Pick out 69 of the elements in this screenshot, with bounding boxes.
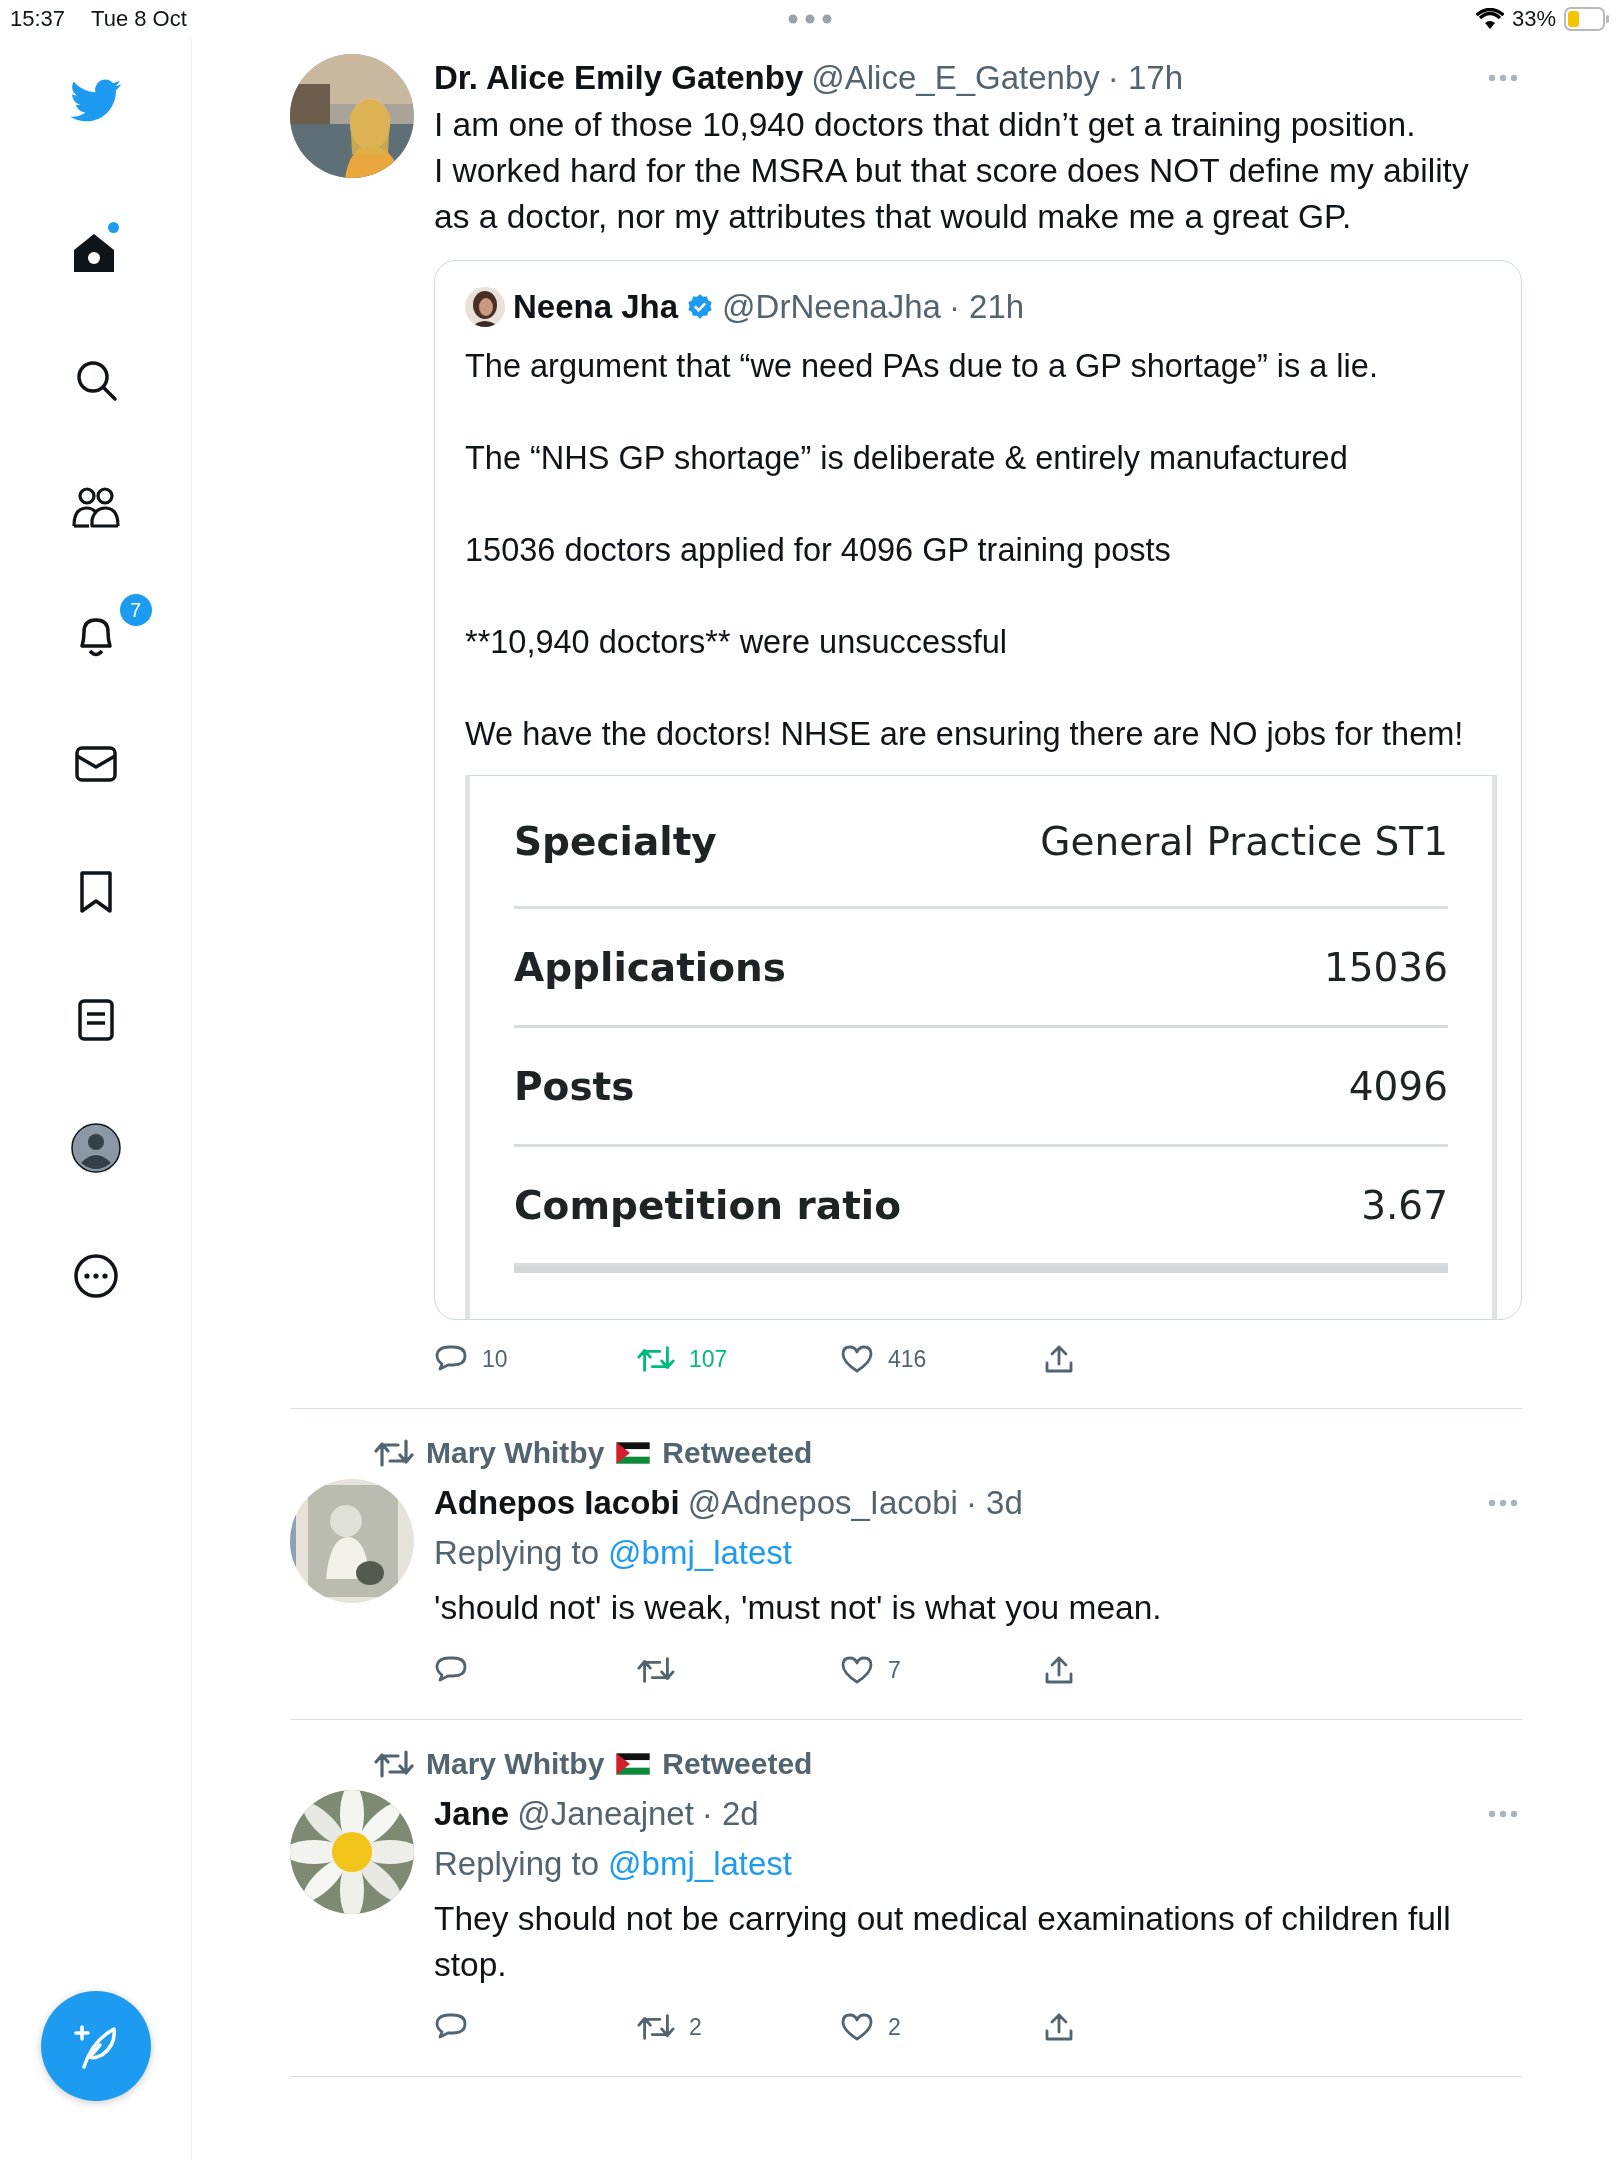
heart-icon[interactable] bbox=[840, 2012, 874, 2042]
author-handle[interactable]: @Adnepos_Iacobi bbox=[687, 1484, 958, 1522]
author-name[interactable]: Dr. Alice Emily Gatenby bbox=[434, 59, 804, 97]
share-icon[interactable] bbox=[1043, 2011, 1075, 2043]
tweet-time: · 17h bbox=[1107, 59, 1183, 97]
status-date: Tue 8 Oct bbox=[91, 6, 187, 32]
replying-label: Replying to bbox=[434, 1534, 600, 1572]
tweet-text: 'should not' is weak, 'must not' is what you mean. bbox=[434, 1588, 1163, 1628]
table-label: Applications bbox=[514, 944, 786, 990]
like-count: 416 bbox=[888, 1345, 927, 1373]
battery-icon bbox=[1564, 7, 1610, 31]
table-label: Posts bbox=[514, 1063, 635, 1109]
replying-label: Replying to bbox=[434, 1845, 600, 1883]
tweet-time: · 2d bbox=[701, 1795, 759, 1833]
flag-icon bbox=[616, 1753, 651, 1775]
author-name[interactable]: Neena Jha bbox=[513, 288, 679, 326]
author-name[interactable]: Jane bbox=[434, 1795, 510, 1833]
quoted-tweet-text: The argument that “we need PAs due to a GP shortage” is a lie. bbox=[465, 347, 1379, 386]
people-icon[interactable] bbox=[70, 486, 121, 530]
wifi-icon bbox=[1475, 8, 1504, 30]
notification-badge: 7 bbox=[117, 592, 154, 628]
quoted-tweet-text: 15036 doctors applied for 4096 GP training posts bbox=[465, 531, 1172, 570]
share-icon[interactable] bbox=[1043, 1654, 1075, 1686]
retweet-count: 107 bbox=[689, 1345, 728, 1373]
table-label: Specialty bbox=[514, 818, 717, 864]
envelope-icon[interactable] bbox=[73, 744, 118, 784]
bird-logo-icon[interactable] bbox=[69, 79, 122, 123]
table-label: Competition ratio bbox=[514, 1182, 901, 1228]
author-handle[interactable]: @Alice_E_Gatenby bbox=[811, 59, 1100, 97]
battery-percent: 33% bbox=[1511, 6, 1556, 32]
retweet-icon[interactable] bbox=[637, 2012, 675, 2042]
list-icon[interactable] bbox=[76, 998, 115, 1042]
quoted-tweet-text: The “NHS GP shortage” is deliberate & entirely manufactured bbox=[465, 439, 1349, 478]
tweet-text: They should not be carrying out medical examinations of children full stop. bbox=[434, 1899, 1452, 1985]
quoted-tweet-text: **10,940 doctors** were unsuccessful bbox=[465, 623, 1008, 662]
reply-count: 10 bbox=[482, 1345, 508, 1373]
retweeted-label: Retweeted bbox=[662, 1436, 813, 1470]
retweet-icon bbox=[374, 1439, 414, 1467]
compose-button[interactable] bbox=[41, 1991, 151, 2101]
retweet-icon bbox=[374, 1750, 414, 1778]
table-value: 3.67 bbox=[1361, 1182, 1448, 1228]
like-count: 7 bbox=[888, 1656, 901, 1684]
author-name[interactable]: Adnepos Iacobi bbox=[434, 1484, 680, 1522]
tweet-time: · 21h bbox=[948, 288, 1025, 326]
retweet-count: 2 bbox=[689, 2013, 702, 2041]
quoted-tweet-card[interactable] bbox=[434, 260, 1522, 1320]
tweet-text: I worked hard for the MSRA but that score does NOT define my ability as a doctor, nor my attributes that would make me a great GP. bbox=[434, 151, 1470, 237]
author-handle[interactable]: @DrNeenaJha bbox=[722, 288, 941, 326]
more-icon bbox=[788, 14, 832, 24]
status-time: 15:37 bbox=[10, 6, 66, 32]
table-value: 4096 bbox=[1348, 1063, 1448, 1109]
retweeted-label: Retweeted bbox=[662, 1747, 813, 1781]
retweet-icon[interactable] bbox=[637, 1655, 675, 1685]
retweeter-name[interactable]: Mary Whitby bbox=[426, 1436, 605, 1470]
tweet-text: I am one of those 10,940 doctors that didn’t get a training position. bbox=[434, 105, 1417, 145]
author-handle[interactable]: @Janeajnet bbox=[517, 1795, 694, 1833]
quoted-tweet-text: We have the doctors! NHSE are ensuring there are NO jobs for them! bbox=[465, 715, 1465, 754]
profile-avatar-icon[interactable] bbox=[70, 1123, 121, 1173]
bookmark-icon[interactable] bbox=[77, 869, 114, 915]
share-icon[interactable] bbox=[1043, 1343, 1075, 1375]
table-value: General Practice ST1 bbox=[1040, 818, 1448, 864]
heart-icon[interactable] bbox=[840, 1655, 874, 1685]
like-count: 2 bbox=[888, 2013, 901, 2041]
heart-icon[interactable] bbox=[840, 1344, 874, 1374]
flag-icon bbox=[616, 1442, 651, 1464]
table-value: 15036 bbox=[1323, 944, 1448, 990]
more-icon[interactable] bbox=[72, 1253, 119, 1299]
retweeter-name[interactable]: Mary Whitby bbox=[426, 1747, 605, 1781]
tweet-time: · 3d bbox=[965, 1484, 1023, 1522]
